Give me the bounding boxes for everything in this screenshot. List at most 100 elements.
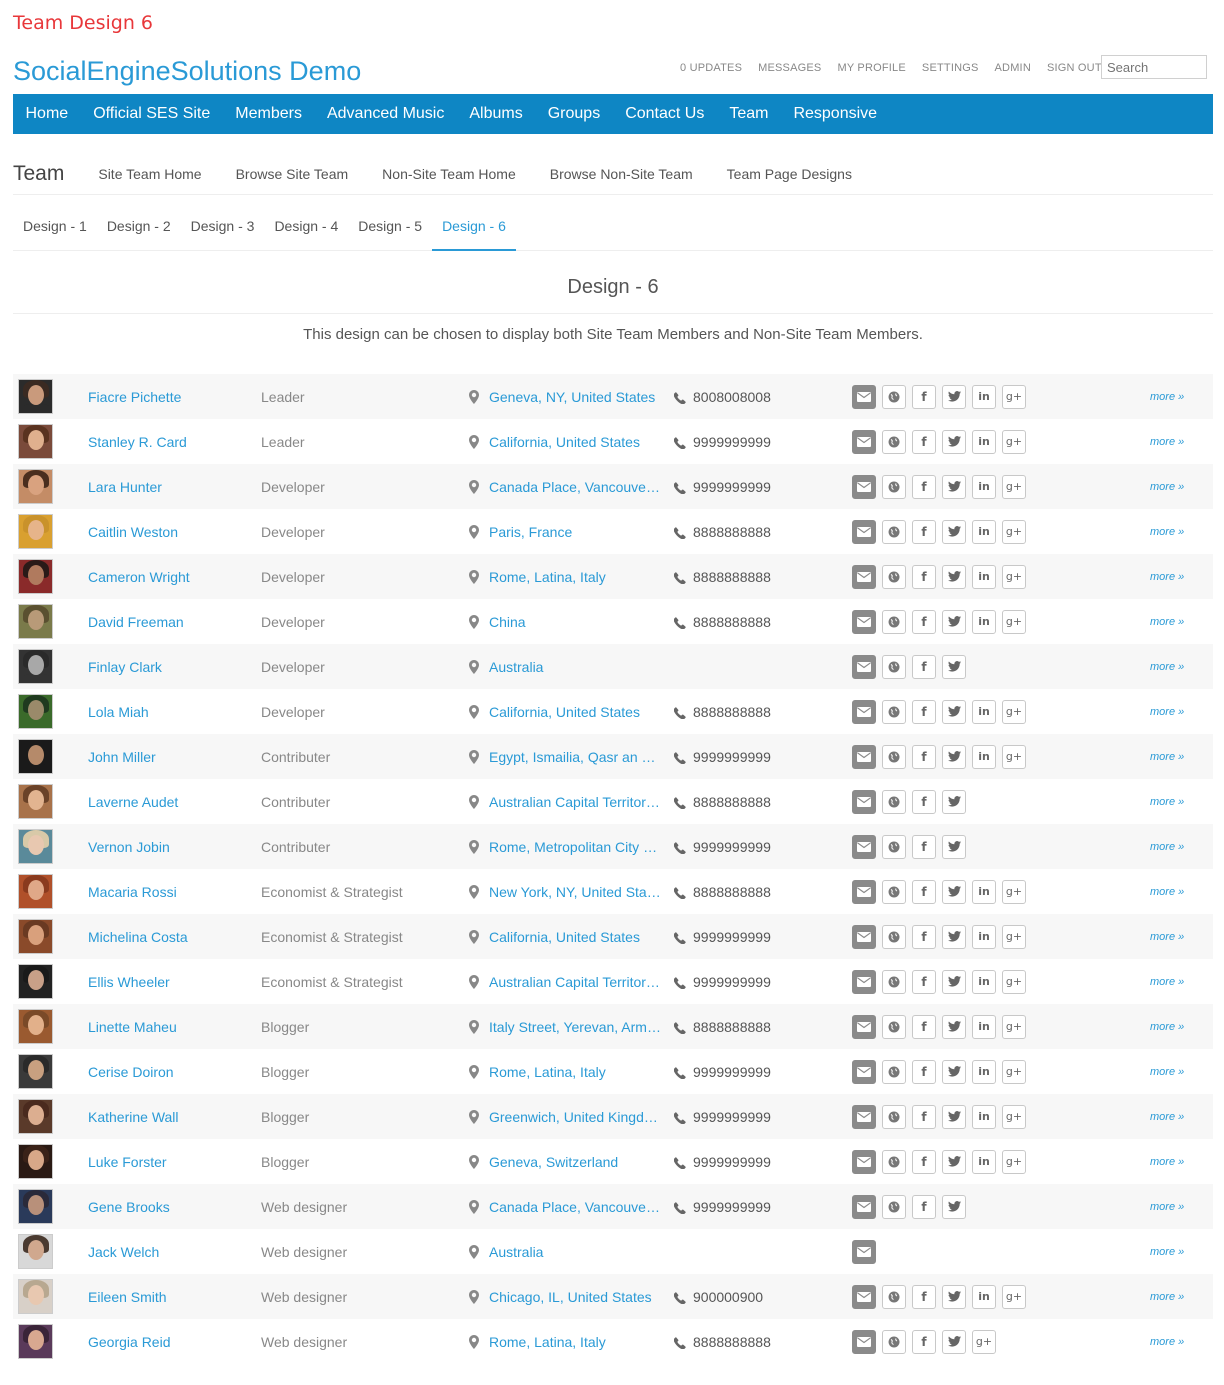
member-location[interactable]: China bbox=[489, 614, 661, 630]
globe-icon[interactable] bbox=[882, 879, 906, 904]
twitter-icon[interactable] bbox=[942, 1329, 966, 1354]
avatar[interactable] bbox=[18, 1189, 53, 1224]
linkedin-icon[interactable]: in bbox=[972, 1059, 996, 1084]
facebook-icon[interactable]: f bbox=[912, 879, 936, 904]
member-location[interactable]: Geneva, Switzerland bbox=[489, 1154, 661, 1170]
twitter-icon[interactable] bbox=[942, 969, 966, 994]
facebook-icon[interactable]: f bbox=[912, 1284, 936, 1309]
nav-item-contact-us[interactable]: Contact Us bbox=[613, 94, 717, 134]
more-link[interactable]: more » bbox=[1150, 1201, 1184, 1213]
google-plus-icon[interactable]: g+ bbox=[1002, 429, 1026, 454]
member-name[interactable]: Fiacre Pichette bbox=[88, 389, 181, 405]
sub-nav-site-team-home[interactable]: Site Team Home bbox=[98, 166, 201, 182]
sub-nav-non-site-team-home[interactable]: Non-Site Team Home bbox=[382, 166, 516, 182]
facebook-icon[interactable]: f bbox=[912, 1194, 936, 1219]
member-location[interactable]: Rome, Latina, Italy bbox=[489, 569, 661, 585]
globe-icon[interactable] bbox=[882, 1149, 906, 1174]
twitter-icon[interactable] bbox=[942, 1194, 966, 1219]
mail-icon[interactable] bbox=[852, 699, 876, 724]
member-name[interactable]: Luke Forster bbox=[88, 1154, 167, 1170]
avatar[interactable] bbox=[18, 739, 53, 774]
mail-icon[interactable] bbox=[852, 1059, 876, 1084]
mail-icon[interactable] bbox=[852, 1104, 876, 1129]
member-name[interactable]: Laverne Audet bbox=[88, 794, 178, 810]
mail-icon[interactable] bbox=[852, 744, 876, 769]
facebook-icon[interactable]: f bbox=[912, 699, 936, 724]
mini-menu-0-updates[interactable]: 0 UPDATES bbox=[672, 62, 750, 74]
linkedin-icon[interactable]: in bbox=[972, 744, 996, 769]
facebook-icon[interactable]: f bbox=[912, 834, 936, 859]
avatar[interactable] bbox=[18, 559, 53, 594]
mail-icon[interactable] bbox=[852, 789, 876, 814]
more-link[interactable]: more » bbox=[1150, 391, 1184, 403]
facebook-icon[interactable]: f bbox=[912, 1014, 936, 1039]
tab-design-5[interactable]: Design - 5 bbox=[348, 212, 432, 251]
avatar[interactable] bbox=[18, 514, 53, 549]
more-link[interactable]: more » bbox=[1150, 931, 1184, 943]
member-location[interactable]: Australia bbox=[489, 1244, 661, 1260]
member-name[interactable]: Georgia Reid bbox=[88, 1334, 171, 1350]
mail-icon[interactable] bbox=[852, 969, 876, 994]
avatar[interactable] bbox=[18, 1099, 53, 1134]
facebook-icon[interactable]: f bbox=[912, 1104, 936, 1129]
facebook-icon[interactable]: f bbox=[912, 564, 936, 589]
facebook-icon[interactable]: f bbox=[912, 924, 936, 949]
tab-design-2[interactable]: Design - 2 bbox=[97, 212, 181, 251]
globe-icon[interactable] bbox=[882, 474, 906, 499]
google-plus-icon[interactable]: g+ bbox=[1002, 1284, 1026, 1309]
facebook-icon[interactable]: f bbox=[912, 969, 936, 994]
member-location[interactable]: Rome, Latina, Italy bbox=[489, 1064, 661, 1080]
twitter-icon[interactable] bbox=[942, 789, 966, 814]
linkedin-icon[interactable]: in bbox=[972, 429, 996, 454]
google-plus-icon[interactable]: g+ bbox=[1002, 879, 1026, 904]
google-plus-icon[interactable]: g+ bbox=[1002, 1149, 1026, 1174]
more-link[interactable]: more » bbox=[1150, 706, 1184, 718]
mail-icon[interactable] bbox=[852, 924, 876, 949]
member-location[interactable]: Egypt, Ismailia, Qasr an Nile, Egypt bbox=[489, 749, 661, 765]
more-link[interactable]: more » bbox=[1150, 481, 1184, 493]
mini-menu-messages[interactable]: MESSAGES bbox=[750, 62, 829, 74]
avatar[interactable] bbox=[18, 784, 53, 819]
member-location[interactable]: Australian Capital Territory, Australia bbox=[489, 974, 661, 990]
member-name[interactable]: Ellis Wheeler bbox=[88, 974, 170, 990]
avatar[interactable] bbox=[18, 1144, 53, 1179]
avatar[interactable] bbox=[18, 1234, 53, 1269]
facebook-icon[interactable]: f bbox=[912, 384, 936, 409]
member-name[interactable]: Jack Welch bbox=[88, 1244, 159, 1260]
globe-icon[interactable] bbox=[882, 1194, 906, 1219]
nav-item-albums[interactable]: Albums bbox=[457, 94, 535, 134]
mail-icon[interactable] bbox=[852, 654, 876, 679]
member-location[interactable]: Italy Street, Yerevan, Armenia bbox=[489, 1019, 661, 1035]
twitter-icon[interactable] bbox=[942, 879, 966, 904]
mail-icon[interactable] bbox=[852, 1014, 876, 1039]
avatar[interactable] bbox=[18, 649, 53, 684]
more-link[interactable]: more » bbox=[1150, 841, 1184, 853]
twitter-icon[interactable] bbox=[942, 1284, 966, 1309]
member-location[interactable]: Paris, France bbox=[489, 524, 661, 540]
google-plus-icon[interactable]: g+ bbox=[1002, 564, 1026, 589]
member-name[interactable]: David Freeman bbox=[88, 614, 184, 630]
nav-item-responsive[interactable]: Responsive bbox=[781, 94, 890, 134]
google-plus-icon[interactable]: g+ bbox=[1002, 1059, 1026, 1084]
member-name[interactable]: Katherine Wall bbox=[88, 1109, 179, 1125]
more-link[interactable]: more » bbox=[1150, 796, 1184, 808]
twitter-icon[interactable] bbox=[942, 1104, 966, 1129]
facebook-icon[interactable]: f bbox=[912, 429, 936, 454]
twitter-icon[interactable] bbox=[942, 1014, 966, 1039]
google-plus-icon[interactable]: g+ bbox=[1002, 474, 1026, 499]
google-plus-icon[interactable]: g+ bbox=[1002, 969, 1026, 994]
globe-icon[interactable] bbox=[882, 1014, 906, 1039]
member-name[interactable]: Gene Brooks bbox=[88, 1199, 170, 1215]
linkedin-icon[interactable]: in bbox=[972, 384, 996, 409]
member-location[interactable]: California, United States bbox=[489, 434, 661, 450]
facebook-icon[interactable]: f bbox=[912, 789, 936, 814]
linkedin-icon[interactable]: in bbox=[972, 564, 996, 589]
globe-icon[interactable] bbox=[882, 789, 906, 814]
mail-icon[interactable] bbox=[852, 564, 876, 589]
more-link[interactable]: more » bbox=[1150, 1111, 1184, 1123]
linkedin-icon[interactable]: in bbox=[972, 1284, 996, 1309]
more-link[interactable]: more » bbox=[1150, 436, 1184, 448]
member-name[interactable]: Macaria Rossi bbox=[88, 884, 177, 900]
twitter-icon[interactable] bbox=[942, 654, 966, 679]
more-link[interactable]: more » bbox=[1150, 616, 1184, 628]
